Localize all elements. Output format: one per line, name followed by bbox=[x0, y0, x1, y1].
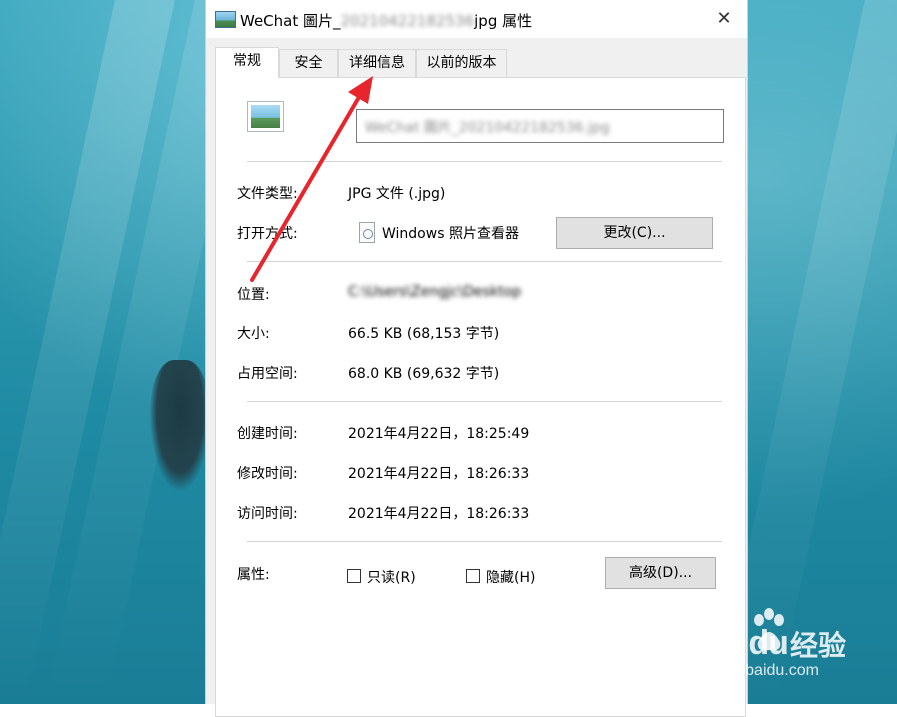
arrow-head bbox=[348, 76, 373, 104]
watermark-product: 经验 bbox=[790, 629, 847, 662]
tab-general[interactable]: 常规 bbox=[215, 47, 279, 78]
watermark-brand: Bai du bbox=[690, 624, 789, 662]
watermark-url: jingyan.baidu.com bbox=[690, 662, 819, 679]
red-arrow-annotation bbox=[250, 76, 373, 282]
arrow-shaft bbox=[250, 90, 364, 282]
baidu-watermark: Bai du 经验 jingyan.baidu.com bbox=[690, 608, 890, 688]
